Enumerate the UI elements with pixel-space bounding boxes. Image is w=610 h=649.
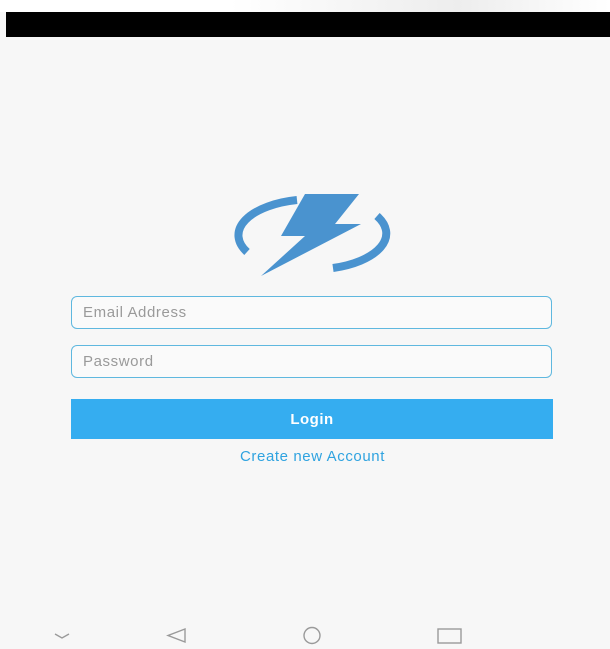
collapse-chevron-icon[interactable] — [47, 625, 77, 645]
password-field[interactable] — [71, 345, 552, 378]
recents-square-icon[interactable] — [435, 625, 465, 645]
login-screen: Login Create new Account — [0, 0, 610, 649]
navigation-bar — [0, 621, 610, 649]
login-button[interactable]: Login — [71, 399, 553, 439]
email-field[interactable] — [71, 296, 552, 329]
status-bar — [6, 12, 610, 37]
back-triangle-icon[interactable] — [161, 625, 191, 645]
lightning-bolt-logo-icon — [233, 192, 391, 278]
home-circle-icon[interactable] — [297, 625, 327, 645]
create-account-link[interactable]: Create new Account — [0, 448, 610, 465]
